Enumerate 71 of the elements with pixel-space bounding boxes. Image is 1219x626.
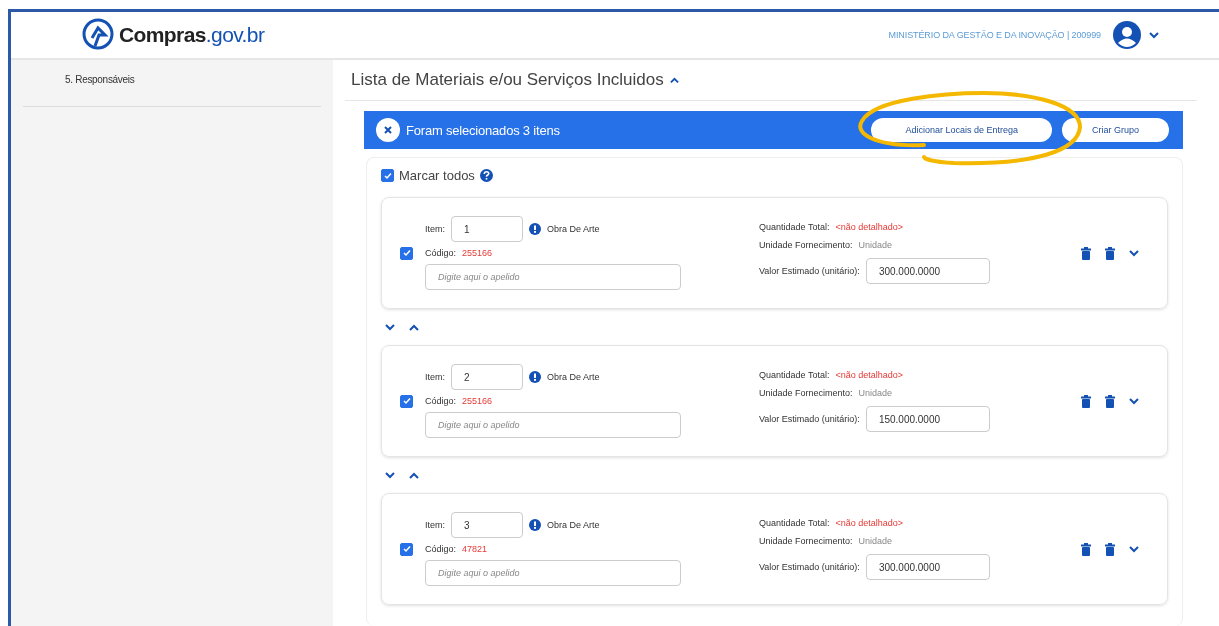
info-icon[interactable] [529,371,541,383]
quantity-value: <não detalhado> [835,370,903,380]
move-up-icon[interactable] [409,471,419,479]
item-number-field[interactable]: 1 [451,216,523,242]
unit-value: Unidade [858,240,893,250]
selection-message: Foram selecionados 3 itens [406,122,560,138]
code-value: 47821 [462,544,488,554]
section-title: Lista de Materiais e/ou Serviços Incluidos [351,70,664,90]
select-all-checkbox[interactable]: Marcar todos [381,168,1168,183]
action-button[interactable]: Criar Grupo [1062,118,1169,142]
checkmark-icon [383,171,392,180]
delete-icon[interactable] [1105,246,1115,260]
value-field[interactable]: 150.000.0000 [865,406,990,432]
quantity-value: <não detalhado> [835,222,903,232]
value-field[interactable]: 300.000.0000 [865,554,990,580]
info-icon[interactable] [529,519,541,531]
quantity-label: Quantidade Total: [759,518,830,528]
code-label: Código: [425,396,457,406]
item-description: Obra De Arte [547,224,600,234]
value-field[interactable]: 300.000.0000 [865,258,990,284]
code-value: 255166 [462,396,493,406]
logo-wordmark: Compras.gov.br [119,23,265,47]
help-icon[interactable] [479,169,493,182]
item-description: Obra De Arte [547,372,600,382]
unit-label: Unidade Fornecimento: [759,536,853,546]
nickname-field[interactable]: Digite aqui o apelido [425,560,681,586]
item-description: Obra De Arte [547,520,600,530]
item-checkbox[interactable] [400,246,413,260]
unit-label: Unidade Fornecimento: [759,388,853,398]
move-up-icon[interactable] [409,323,419,331]
value-label: Valor Estimado (unitário): [759,562,860,572]
item-checkbox[interactable] [400,542,413,556]
checkmark-icon [402,397,411,405]
expand-caret-icon[interactable] [1129,545,1139,553]
caret-icon[interactable] [1149,31,1159,39]
nickname-field[interactable]: Digite aqui o apelido [425,412,681,438]
action-button[interactable]: Adicionar Locais de Entrega [871,118,1052,142]
logo-icon [81,18,115,52]
item-number-field[interactable]: 3 [451,512,523,538]
code-label: Código: [425,248,457,258]
item-label: Item: [425,372,445,382]
move-down-icon[interactable] [385,471,395,479]
item-label: Item: [425,520,445,530]
quantity-label: Quantidade Total: [759,370,830,380]
move-down-icon[interactable] [385,323,395,331]
delete-icon[interactable] [1105,542,1115,556]
item-checkbox[interactable] [400,394,413,408]
collapse-caret-icon[interactable] [669,76,679,84]
nickname-field[interactable]: Digite aqui o apelido [425,264,681,290]
organization-label: MINISTÉRIO DA GESTÃO E DA INOVAÇÃO | 200999 [888,30,1101,40]
close-button[interactable] [376,118,400,142]
code-label: Código: [425,544,457,554]
info-icon[interactable] [529,223,541,235]
value-label: Valor Estimado (unitário): [759,266,860,276]
unit-value: Unidade [858,388,893,398]
user-avatar-icon[interactable] [1113,21,1141,49]
item-number-field[interactable]: 2 [451,364,523,390]
code-value: 255166 [462,248,493,258]
value-label: Valor Estimado (unitário): [759,414,860,424]
close-icon [383,125,393,135]
checkmark-icon [402,545,411,553]
item-label: Item: [425,224,445,234]
checkmark-icon [402,249,411,257]
sidebar-item[interactable]: 5. Responsáveis [23,60,321,107]
delete-icon[interactable] [1105,394,1115,408]
expand-caret-icon[interactable] [1129,397,1139,405]
expand-caret-icon[interactable] [1129,249,1139,257]
quantity-value: <não detalhado> [835,518,903,528]
unit-value: Unidade [858,536,893,546]
unit-label: Unidade Fornecimento: [759,240,853,250]
quantity-label: Quantidade Total: [759,222,830,232]
